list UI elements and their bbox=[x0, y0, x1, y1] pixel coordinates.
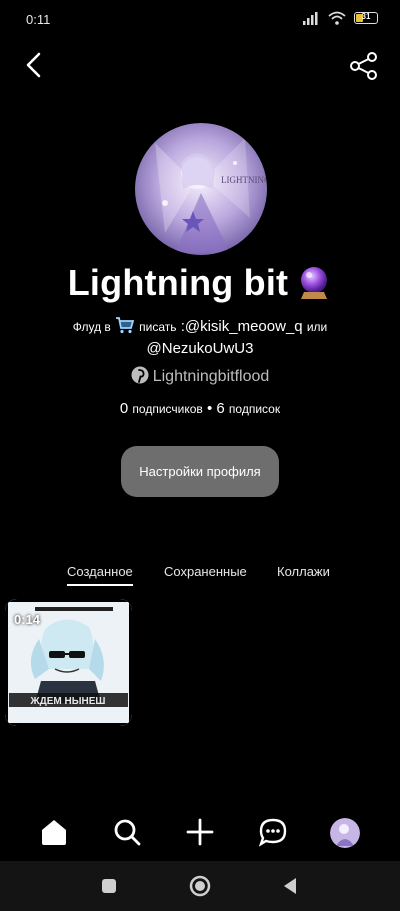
bottom-nav bbox=[0, 805, 400, 861]
signal-icon bbox=[303, 12, 318, 25]
bio-or: или bbox=[306, 320, 328, 334]
followers-label: подписчиков bbox=[132, 402, 203, 416]
profile-settings-button[interactable]: Настройки профиля bbox=[121, 446, 279, 497]
bio-handle-1: :@kisik_meoow_q bbox=[180, 318, 303, 335]
pinterest-icon bbox=[131, 366, 149, 384]
battery-icon: 31 bbox=[354, 12, 378, 24]
chevron-left-icon[interactable] bbox=[20, 50, 50, 80]
status-icons: 31 bbox=[302, 11, 378, 25]
profile-name: Lightning bit bbox=[0, 262, 400, 304]
content-tabs: Созданное Сохраненные Коллажи bbox=[0, 564, 400, 594]
search-icon[interactable] bbox=[110, 815, 144, 849]
profile-bio: Флуд в писать :@kisik_meoow_q или @Nezuk… bbox=[30, 316, 370, 360]
status-bar: 0:11 31 bbox=[0, 0, 400, 40]
profile-stats[interactable]: 0 подписчиков • 6 подписок bbox=[0, 400, 400, 417]
wifi-icon bbox=[328, 11, 346, 25]
chat-icon[interactable] bbox=[256, 815, 290, 849]
video-duration: 0:14 bbox=[14, 612, 41, 627]
plus-icon[interactable] bbox=[183, 815, 217, 849]
pinterest-link[interactable]: Lightningbitflood bbox=[0, 366, 400, 386]
shopping-cart-icon bbox=[115, 317, 135, 334]
profile-avatar[interactable]: LIGHTNING BIT bbox=[135, 123, 267, 255]
profile-name-text: Lightning bit bbox=[67, 262, 289, 303]
followers-count: 0 bbox=[119, 400, 129, 417]
pin-caption: ЖДЕМ НЫНЕШ bbox=[30, 696, 106, 707]
top-bar bbox=[0, 40, 400, 96]
status-time: 0:11 bbox=[26, 12, 51, 27]
bio-write: писать bbox=[139, 320, 177, 334]
share-icon[interactable] bbox=[348, 50, 380, 82]
bio-prefix: Флуд в bbox=[72, 320, 111, 334]
pinterest-username: Lightningbitflood bbox=[152, 368, 270, 385]
system-nav-bar bbox=[0, 861, 400, 911]
battery-level: 31 bbox=[361, 12, 371, 21]
home-circle-icon[interactable] bbox=[189, 875, 211, 897]
recents-icon[interactable] bbox=[101, 878, 117, 894]
tab-saved[interactable]: Сохраненные bbox=[164, 564, 247, 579]
following-label: подписок bbox=[228, 402, 281, 416]
avatar-image: LIGHTNING BIT bbox=[135, 123, 267, 255]
back-triangle-icon[interactable] bbox=[282, 877, 298, 895]
following-count: 6 bbox=[216, 400, 225, 417]
tab-collages[interactable]: Коллажи bbox=[277, 564, 330, 579]
stats-separator: • bbox=[206, 400, 213, 417]
crystal-ball-icon bbox=[301, 267, 328, 299]
bio-handle-2: @NezukoUwU3 bbox=[146, 340, 254, 357]
tab-created[interactable]: Созданное bbox=[67, 564, 133, 586]
home-icon[interactable] bbox=[37, 815, 71, 849]
profile-avatar-nav[interactable] bbox=[330, 818, 360, 848]
avatar-logo-text: LIGHTNING BIT bbox=[221, 175, 267, 185]
